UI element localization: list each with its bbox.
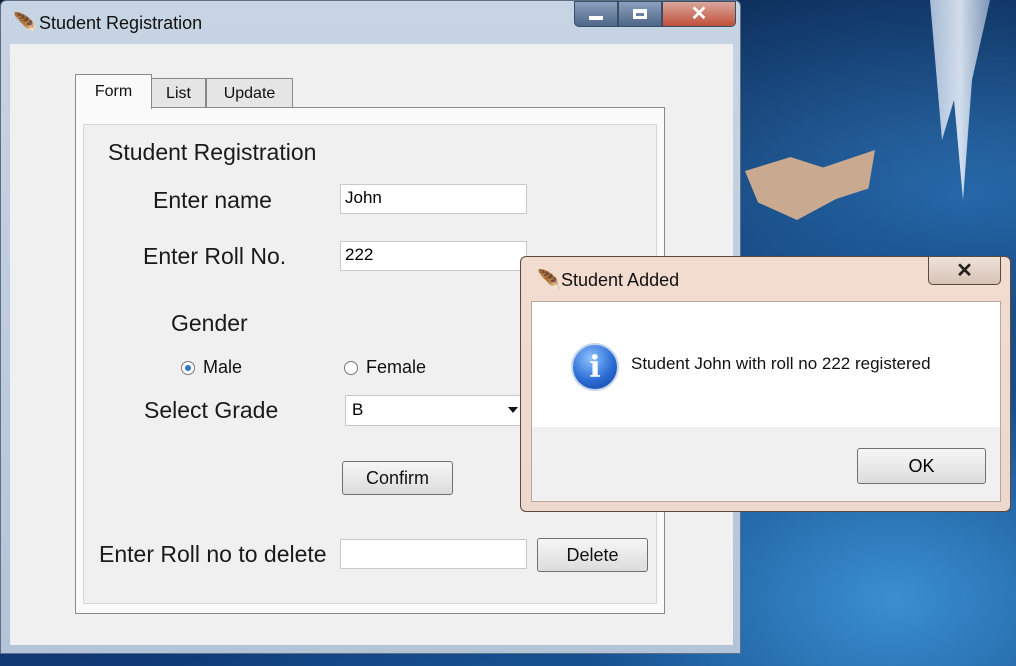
minimize-button[interactable] bbox=[574, 1, 618, 27]
info-glyph: i bbox=[589, 349, 601, 385]
form-heading: Student Registration bbox=[108, 139, 317, 165]
window-title: Student Registration bbox=[39, 13, 203, 33]
maximize-button[interactable] bbox=[618, 1, 662, 27]
main-titlebar[interactable]: 🪶 Student Registration ✕ bbox=[1, 1, 740, 43]
delete-roll-input[interactable] bbox=[340, 539, 527, 569]
maximize-icon bbox=[633, 9, 647, 19]
feather-app-icon: 🪶 bbox=[13, 13, 38, 35]
grade-label: Select Grade bbox=[144, 397, 279, 423]
dialog-close-button[interactable]: ✕ bbox=[928, 257, 1001, 285]
radio-male-label: Male bbox=[203, 357, 243, 377]
dropdown-arrow-icon bbox=[508, 407, 518, 413]
wallpaper-sand-shape bbox=[745, 150, 875, 220]
name-input[interactable]: John bbox=[340, 184, 527, 214]
window-controls: ✕ bbox=[574, 1, 736, 29]
tab-list[interactable]: List bbox=[151, 78, 206, 108]
info-icon: i bbox=[571, 343, 619, 391]
close-button[interactable]: ✕ bbox=[662, 1, 736, 27]
ok-button[interactable]: OK bbox=[857, 448, 986, 484]
grade-select-value: B bbox=[352, 400, 364, 419]
roll-input[interactable]: 222 bbox=[340, 241, 527, 271]
dialog-body: i Student John with roll no 222 register… bbox=[531, 301, 1001, 502]
minimize-icon bbox=[589, 16, 603, 20]
close-icon: ✕ bbox=[956, 260, 973, 282]
wallpaper-icicle bbox=[930, 0, 990, 200]
name-label: Enter name bbox=[153, 187, 272, 213]
radio-unselected-icon bbox=[344, 360, 358, 375]
gender-radio-male[interactable]: Male bbox=[181, 357, 242, 378]
radio-selected-icon bbox=[181, 360, 195, 375]
dialog-title: Student Added bbox=[561, 270, 680, 290]
tab-form[interactable]: Form bbox=[75, 74, 152, 109]
tab-update[interactable]: Update bbox=[206, 78, 293, 108]
dialog-message: Student John with roll no 222 registered bbox=[631, 354, 931, 373]
student-added-dialog: 🪶 Student Added ✕ i Student John with ro… bbox=[520, 256, 1011, 512]
confirm-button[interactable]: Confirm bbox=[342, 461, 453, 495]
feather-app-icon: 🪶 bbox=[537, 270, 562, 292]
radio-female-label: Female bbox=[366, 357, 427, 377]
grade-select[interactable]: B bbox=[345, 395, 525, 426]
close-icon: ✕ bbox=[690, 3, 708, 25]
gender-radio-female[interactable]: Female bbox=[344, 357, 426, 378]
roll-label: Enter Roll No. bbox=[143, 243, 287, 269]
delete-button[interactable]: Delete bbox=[537, 538, 648, 572]
gender-label: Gender bbox=[171, 310, 248, 336]
delete-label: Enter Roll no to delete bbox=[99, 541, 327, 567]
